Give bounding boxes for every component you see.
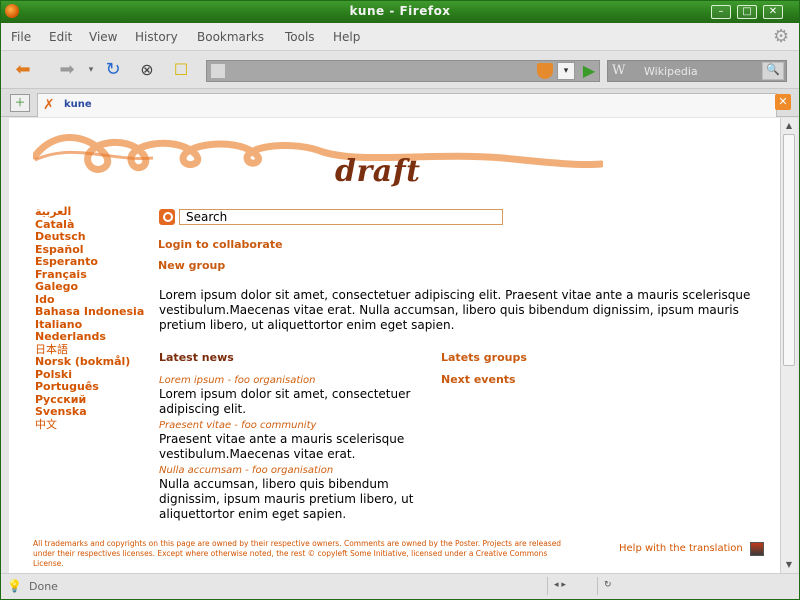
latest-news-title: Latest news	[159, 351, 234, 364]
scrollbar-thumb[interactable]	[783, 134, 795, 366]
language-link[interactable]: Nederlands	[35, 330, 155, 344]
help-translation-link[interactable]: Help with the translation	[619, 543, 743, 554]
search-placeholder: Wikipedia	[644, 65, 698, 78]
home-icon[interactable]: ☐	[169, 59, 193, 83]
back-arrow-icon[interactable]: ⬅	[11, 59, 35, 83]
tab-bar: ＋ ✗ kune ✕	[1, 89, 799, 117]
title-bar: kune - Firefox – □ ✕	[1, 1, 799, 23]
status-text: Done	[29, 580, 58, 593]
scroll-down-icon[interactable]: ▼	[783, 559, 795, 571]
gear-icon[interactable]: ⚙	[773, 28, 791, 46]
vertical-scrollbar[interactable]: ▲ ▼	[780, 118, 797, 573]
new-tab-icon[interactable]: ＋	[10, 94, 30, 112]
browser-window: kune - Firefox – □ ✕ File Edit View Hist…	[0, 0, 800, 600]
history-dropdown-icon[interactable]: ▾	[79, 59, 103, 83]
site-identity-icon[interactable]	[211, 64, 225, 78]
search-magnifier-icon[interactable]: 🔍	[762, 62, 784, 80]
lightbulb-icon: 💡	[7, 579, 22, 593]
go-arrow-icon[interactable]: ▶	[579, 62, 599, 82]
language-link[interactable]: Português	[35, 380, 155, 394]
menu-tools[interactable]: Tools	[285, 30, 315, 44]
language-link[interactable]: Norsk (bokmål)	[35, 355, 155, 369]
language-link[interactable]: Bahasa Indonesia	[35, 305, 155, 319]
scroll-up-icon[interactable]: ▲	[783, 120, 795, 132]
tab-label: kune	[64, 99, 92, 110]
intro-text: Lorem ipsum dolor sit amet, consectetuer…	[159, 288, 751, 332]
kune-logo: draft	[31, 122, 605, 192]
new-group-link[interactable]: New group	[158, 259, 225, 272]
menu-bookmarks[interactable]: Bookmarks	[197, 30, 264, 44]
news-item-body: Praesent vitae ante a mauris scelerisque…	[159, 432, 405, 461]
language-link[interactable]: 中文	[35, 418, 155, 432]
language-link[interactable]: Svenska	[35, 405, 155, 419]
tab-kune[interactable]: ✗ kune	[37, 93, 777, 117]
translation-flag-icon[interactable]	[750, 542, 764, 556]
latest-groups-title[interactable]: Latets groups	[441, 351, 527, 364]
news-item-title[interactable]: Nulla accumsam - foo organisation	[159, 464, 419, 477]
search-icon[interactable]	[159, 209, 175, 225]
language-link[interactable]: Galego	[35, 280, 155, 294]
language-link[interactable]: العربية	[35, 205, 155, 219]
web-search-box[interactable]: W Wikipedia 🔍	[607, 60, 787, 82]
news-item-title[interactable]: Praesent vitae - foo community	[159, 419, 419, 432]
news-item-title[interactable]: Lorem ipsum - foo organisation	[159, 374, 419, 387]
search-input[interactable]: Search	[179, 209, 503, 225]
status-segment-icon: ◂ ▸	[547, 577, 597, 595]
news-item-body: Lorem ipsum dolor sit amet, consectetuer…	[159, 387, 411, 416]
url-bar[interactable]: ▾	[206, 60, 600, 82]
news-list: Lorem ipsum - foo organisation Lorem ips…	[159, 374, 419, 524]
kune-favicon-icon: ✗	[43, 97, 55, 113]
wikipedia-icon[interactable]: W	[612, 63, 625, 78]
language-link[interactable]: Esperanto	[35, 255, 155, 269]
stop-icon[interactable]: ⊗	[135, 59, 159, 83]
logo-draft-text: draft	[335, 154, 421, 189]
bookmark-shield-icon[interactable]	[537, 63, 553, 79]
minimize-button[interactable]: –	[711, 5, 731, 19]
menu-view[interactable]: View	[89, 30, 117, 44]
menu-bar: File Edit View History Bookmarks Tools H…	[1, 23, 799, 51]
next-events-title[interactable]: Next events	[441, 373, 516, 386]
maximize-button[interactable]: □	[737, 5, 757, 19]
window-title: kune - Firefox	[349, 4, 451, 18]
reload-icon[interactable]: ↻	[101, 59, 125, 83]
login-link[interactable]: Login to collaborate	[158, 238, 283, 251]
url-dropdown-icon[interactable]: ▾	[557, 62, 575, 80]
menu-history[interactable]: History	[135, 30, 178, 44]
forward-arrow-icon[interactable]: ➡	[55, 59, 79, 83]
status-sync-icon: ↻	[597, 577, 627, 595]
footer-legal-text: All trademarks and copyrights on this pa…	[33, 539, 562, 568]
language-list: العربية Català Deutsch Español Esperanto…	[35, 205, 155, 432]
menu-edit[interactable]: Edit	[49, 30, 72, 44]
page-content: draft العربية Català Deutsch Español Esp…	[9, 118, 780, 573]
close-button[interactable]: ✕	[763, 5, 783, 19]
close-tab-icon[interactable]: ✕	[775, 94, 791, 110]
menu-help[interactable]: Help	[333, 30, 360, 44]
status-bar: 💡 Done ◂ ▸ ↻	[1, 573, 799, 599]
logo-swirl-icon	[31, 134, 605, 173]
navigation-toolbar: ⬅ ➡ ▾ ↻ ⊗ ☐ ▾ ▶ W Wikipedia 🔍	[1, 51, 799, 89]
menu-file[interactable]: File	[11, 30, 31, 44]
news-item-body: Nulla accumsan, libero quis bibendum dig…	[159, 477, 414, 521]
language-link[interactable]: Deutsch	[35, 230, 155, 244]
